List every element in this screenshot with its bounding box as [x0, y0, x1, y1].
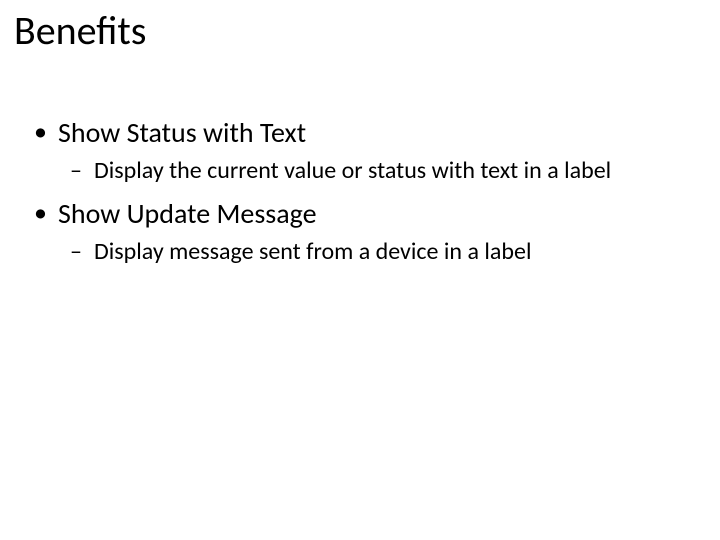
- list-item: Show Update Message Display message sent…: [58, 196, 700, 267]
- sub-list: Display message sent from a device in a …: [58, 237, 700, 267]
- list-item: Show Status with Text Display the curren…: [58, 115, 700, 186]
- item-heading: Show Status with Text: [58, 115, 306, 150]
- sub-item: Display the current value or status with…: [94, 156, 700, 186]
- slide-title: Benefits: [14, 6, 700, 55]
- sub-list: Display the current value or status with…: [58, 156, 700, 186]
- item-heading: Show Update Message: [58, 196, 317, 231]
- sub-item: Display message sent from a device in a …: [94, 237, 700, 267]
- bullet-list: Show Status with Text Display the curren…: [20, 115, 700, 267]
